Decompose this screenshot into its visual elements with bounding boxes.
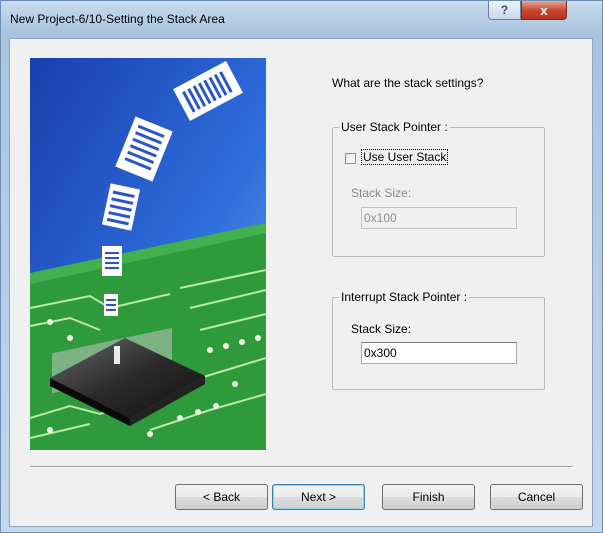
dialog-client-area: What are the stack settings? User Stack … (9, 38, 593, 527)
close-icon[interactable]: x (521, 1, 567, 20)
close-glyph: x (540, 2, 548, 18)
use-user-stack-checkbox[interactable] (345, 153, 356, 164)
finish-button[interactable]: Finish (382, 484, 475, 510)
user-stack-size-input[interactable]: 0x100 (361, 207, 517, 229)
dialog-window: New Project-6/10-Setting the Stack Area … (0, 0, 603, 533)
help-icon[interactable]: ? (488, 1, 521, 20)
window-title: New Project-6/10-Setting the Stack Area (10, 12, 225, 26)
help-glyph: ? (500, 3, 509, 17)
wizard-illustration (30, 58, 266, 450)
question-text: What are the stack settings? (332, 76, 484, 90)
interrupt-stack-size-input[interactable]: 0x300 (361, 342, 517, 364)
cancel-button[interactable]: Cancel (490, 484, 583, 510)
interrupt-stack-group: Interrupt Stack Pointer : Stack Size: 0x… (332, 290, 545, 390)
user-stack-group: User Stack Pointer : Use User Stack Stac… (332, 120, 545, 257)
user-stack-size-label: Stack Size: (351, 186, 412, 200)
interrupt-stack-size-label: Stack Size: (351, 322, 412, 336)
button-separator (30, 466, 573, 468)
next-button[interactable]: Next > (272, 484, 365, 510)
user-stack-legend: User Stack Pointer : (339, 120, 450, 134)
back-button[interactable]: < Back (175, 484, 268, 510)
interrupt-stack-legend: Interrupt Stack Pointer : (339, 290, 470, 304)
use-user-stack-label[interactable]: Use User Stack (360, 149, 449, 165)
title-bar[interactable]: New Project-6/10-Setting the Stack Area … (1, 1, 602, 38)
wizard-illustration-graphic (30, 58, 266, 450)
